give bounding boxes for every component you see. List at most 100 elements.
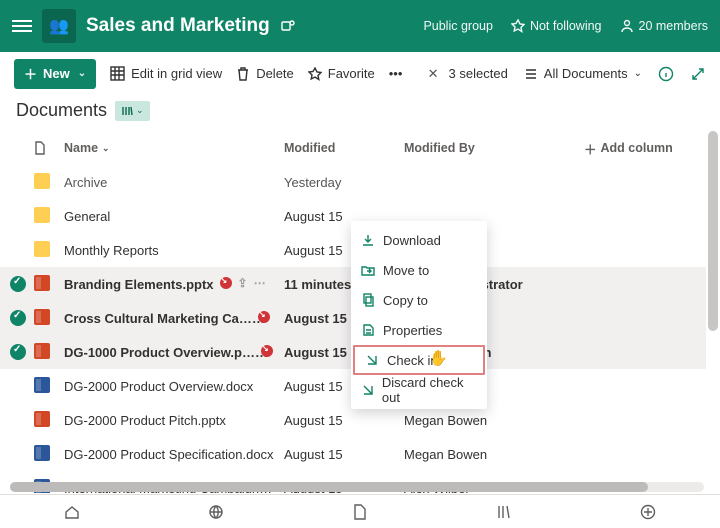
- pptx-icon: [34, 343, 50, 359]
- edit-grid-button[interactable]: Edit in grid view: [110, 66, 222, 81]
- home-icon: [64, 504, 80, 520]
- modified-date: August 15: [284, 413, 404, 428]
- col-name[interactable]: Name ⌄: [64, 141, 284, 155]
- plus-icon: ＋: [24, 64, 37, 83]
- command-bar: ＋ New ⌄ Edit in grid view Delete Favorit…: [0, 52, 720, 96]
- modified-date: August 15: [284, 447, 404, 462]
- menu-check-in[interactable]: Check in: [353, 345, 485, 375]
- nav-add[interactable]: [639, 503, 657, 521]
- row-checkbox[interactable]: [10, 310, 26, 326]
- menu-discard-check-out[interactable]: Discard check out: [351, 375, 487, 405]
- hamburger-icon[interactable]: [12, 20, 32, 32]
- star-icon: [308, 67, 322, 81]
- download-icon: [361, 233, 375, 247]
- pptx-icon: [34, 309, 50, 325]
- list-icon: [524, 67, 538, 81]
- table-row[interactable]: DG-2000 Product Specification.docxAugust…: [0, 437, 706, 471]
- members-button[interactable]: 20 members: [620, 19, 708, 33]
- folder-icon: [34, 173, 50, 189]
- delete-button[interactable]: Delete: [236, 66, 294, 81]
- checked-out-icon: [258, 311, 270, 323]
- books-icon: [121, 105, 133, 117]
- col-modified-by[interactable]: Modified By: [404, 141, 584, 155]
- menu-move-to[interactable]: Move to: [351, 255, 487, 285]
- menu-copy-to[interactable]: Copy to: [351, 285, 487, 315]
- view-switcher[interactable]: All Documents ⌄: [524, 66, 642, 81]
- modified-by: Megan Bowen: [404, 447, 584, 462]
- file-name[interactable]: DG-2000 Product Pitch.pptx: [64, 413, 284, 428]
- chevron-down-icon: ⌄: [634, 68, 642, 79]
- selection-count[interactable]: ✕ 3 selected: [428, 66, 508, 82]
- globe-icon: [208, 504, 224, 520]
- check-in-icon: [365, 353, 379, 367]
- expand-icon[interactable]: [690, 66, 706, 82]
- file-name[interactable]: Monthly Reports: [64, 243, 284, 258]
- file-name[interactable]: DG-2000 Product Specification.docx: [64, 447, 284, 462]
- file-name[interactable]: DG-2000 Product Overview.docx: [64, 379, 284, 394]
- info-icon[interactable]: [658, 66, 674, 82]
- file-name[interactable]: General: [64, 209, 284, 224]
- bottom-nav: [0, 494, 720, 528]
- pptx-icon: [34, 275, 50, 291]
- more-button[interactable]: •••: [389, 66, 403, 81]
- grid-icon: [110, 66, 125, 81]
- modified-date: Yesterday: [284, 175, 404, 190]
- favorite-label: Favorite: [328, 66, 375, 81]
- row-checkbox[interactable]: [10, 276, 26, 292]
- horizontal-scrollbar[interactable]: [10, 482, 704, 492]
- nav-files[interactable]: [351, 503, 369, 521]
- members-label: 20 members: [639, 19, 708, 33]
- col-modified[interactable]: Modified: [284, 141, 404, 155]
- docx-icon: [34, 445, 50, 461]
- books-icon: [496, 504, 512, 520]
- site-logo[interactable]: 👥: [42, 9, 76, 43]
- selection-label: 3 selected: [449, 66, 508, 81]
- share-icon[interactable]: ⇪: [238, 276, 248, 290]
- cursor-icon: ✋: [429, 349, 448, 367]
- nav-library[interactable]: [495, 503, 513, 521]
- person-icon: [620, 19, 634, 33]
- new-button[interactable]: ＋ New ⌄: [14, 59, 96, 89]
- discard-icon: [361, 383, 374, 397]
- copy-icon: [361, 293, 375, 307]
- row-more-icon[interactable]: ⋯: [254, 276, 266, 290]
- chevron-down-icon: ⌄: [102, 143, 110, 154]
- vertical-scrollbar[interactable]: [708, 131, 718, 465]
- menu-download[interactable]: Download: [351, 225, 487, 255]
- clear-selection-icon[interactable]: ✕: [428, 66, 439, 82]
- follow-button[interactable]: Not following: [511, 19, 602, 33]
- star-icon: [511, 19, 525, 33]
- chevron-down-icon: ⌄: [136, 105, 144, 116]
- col-add[interactable]: ＋ Add column: [584, 139, 700, 158]
- view-label: All Documents: [544, 66, 628, 81]
- file-name[interactable]: DG-1000 Product Overview.p…⇪⋯: [64, 344, 284, 360]
- file-icon: [34, 141, 46, 155]
- delete-label: Delete: [256, 66, 294, 81]
- folder-move-icon: [361, 263, 375, 277]
- site-header: 👥 Sales and Marketing Public group Not f…: [0, 0, 720, 52]
- file-icon: [353, 504, 367, 520]
- follow-label: Not following: [530, 19, 602, 33]
- pptx-icon: [34, 411, 50, 427]
- ellipsis-icon: •••: [389, 66, 403, 81]
- new-label: New: [43, 66, 70, 81]
- docx-icon: [34, 377, 50, 393]
- file-name[interactable]: Branding Elements.pptx⇪⋯: [64, 276, 284, 292]
- library-view-pill[interactable]: ⌄: [115, 101, 150, 121]
- file-name[interactable]: Cross Cultural Marketing Ca…⇪⋯: [64, 310, 284, 326]
- column-headers: Name ⌄ Modified Modified By ＋ Add column: [0, 131, 706, 165]
- teams-icon: [280, 18, 296, 34]
- share-icon[interactable]: ⇪: [276, 310, 284, 324]
- row-checkbox[interactable]: [10, 344, 26, 360]
- favorite-button[interactable]: Favorite: [308, 66, 375, 81]
- nav-home[interactable]: [63, 503, 81, 521]
- folder-icon: [34, 241, 50, 257]
- file-name[interactable]: Archive: [64, 175, 284, 190]
- nav-sites[interactable]: [207, 503, 225, 521]
- col-type[interactable]: [34, 141, 64, 155]
- plus-circle-icon: [640, 504, 656, 520]
- menu-properties[interactable]: Properties: [351, 315, 487, 345]
- folder-icon: [34, 207, 50, 223]
- table-row[interactable]: ArchiveYesterday: [0, 165, 706, 199]
- group-visibility: Public group: [423, 19, 493, 33]
